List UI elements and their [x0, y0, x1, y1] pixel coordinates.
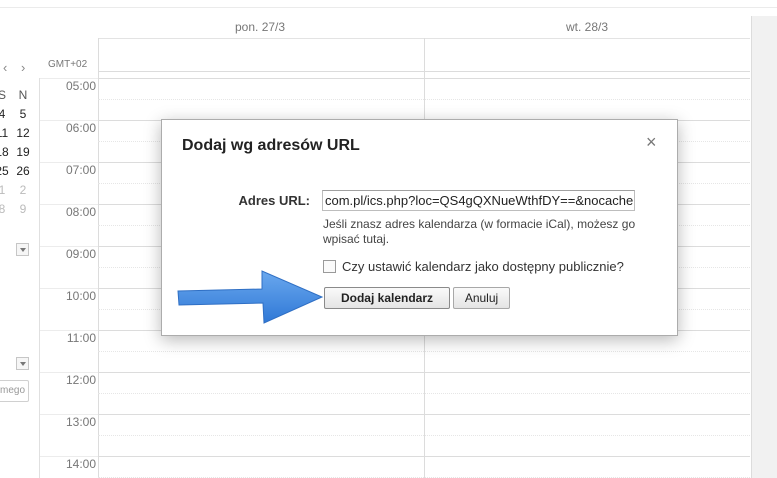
gutter-gridline — [40, 456, 98, 457]
hour-gridline — [98, 372, 750, 373]
dialog-title: Dodaj wg adresów URL — [182, 137, 360, 154]
hour-label: 11:00 — [66, 331, 96, 345]
column-divider — [98, 38, 99, 478]
hour-gridline — [98, 414, 750, 415]
hour-gridline — [98, 78, 750, 79]
top-strip — [0, 0, 777, 8]
hour-label: 05:00 — [65, 79, 96, 93]
mini-day[interactable]: 18 — [0, 145, 10, 159]
time-gutter-divider — [39, 78, 40, 478]
mini-day[interactable]: 9 — [15, 202, 31, 216]
gutter-gridline — [40, 162, 98, 163]
gutter-gridline — [40, 372, 98, 373]
hour-label: 14:00 — [65, 457, 96, 471]
mini-next-icon[interactable]: › — [21, 60, 25, 75]
hour-label: 13:00 — [65, 415, 96, 429]
mini-prev-icon[interactable]: ‹ — [3, 60, 7, 75]
gutter-gridline — [40, 414, 98, 415]
gutter-gridline — [40, 78, 98, 79]
other-calendars-dropdown-icon[interactable] — [16, 357, 29, 370]
day-header-monday[interactable]: pon. 27/3 — [235, 20, 285, 34]
mini-weekday-header: N — [18, 88, 28, 102]
close-icon[interactable]: × — [646, 132, 657, 153]
public-checkbox-label[interactable]: Czy ustawić kalendarz jako dostępny publ… — [342, 259, 624, 274]
mini-day[interactable]: 1 — [0, 183, 10, 197]
mini-day[interactable]: 12 — [15, 126, 31, 140]
hour-label: 08:00 — [65, 205, 96, 219]
day-header-tuesday[interactable]: wt. 28/3 — [566, 20, 608, 34]
gutter-gridline — [40, 120, 98, 121]
hour-label: 07:00 — [65, 163, 96, 177]
gutter-gridline — [40, 288, 98, 289]
mini-day[interactable]: 26 — [15, 164, 31, 178]
half-hour-gridline — [98, 393, 750, 394]
mini-day[interactable]: 5 — [15, 107, 31, 121]
right-panel — [751, 16, 777, 478]
hour-gridline — [98, 456, 750, 457]
hour-label: 09:00 — [65, 247, 96, 261]
mini-day[interactable]: 25 — [0, 164, 10, 178]
add-other-calendar-input[interactable]: mego — [0, 380, 29, 402]
mini-day[interactable]: 8 — [0, 202, 10, 216]
mini-day[interactable]: 11 — [0, 126, 10, 140]
mini-day[interactable]: 4 — [0, 107, 10, 121]
half-hour-gridline — [98, 99, 750, 100]
url-helper-text: Jeśli znasz adres kalendarza (w formacie… — [323, 217, 636, 246]
gutter-gridline — [40, 330, 98, 331]
hour-label: 06:00 — [65, 121, 96, 135]
gutter-gridline — [40, 246, 98, 247]
cancel-button[interactable]: Anuluj — [453, 287, 510, 309]
mini-day[interactable]: 19 — [15, 145, 31, 159]
pointer-arrow-icon — [177, 270, 324, 324]
add-calendar-button[interactable]: Dodaj kalendarz — [324, 287, 450, 309]
hour-label: 12:00 — [65, 373, 96, 387]
mini-weekday-header: S — [0, 88, 6, 102]
timezone-label: GMT+02 — [48, 59, 88, 70]
public-checkbox[interactable] — [323, 260, 336, 273]
gutter-gridline — [40, 204, 98, 205]
my-calendars-dropdown-icon[interactable] — [16, 243, 29, 256]
hour-label: 10:00 — [65, 289, 96, 303]
half-hour-gridline — [98, 351, 750, 352]
half-hour-gridline — [98, 435, 750, 436]
url-input[interactable]: com.pl/ics.php?loc=QS4gQXNueWthfDY==&noc… — [322, 190, 635, 211]
mini-day[interactable]: 2 — [15, 183, 31, 197]
url-label: Adres URL: — [238, 193, 310, 208]
